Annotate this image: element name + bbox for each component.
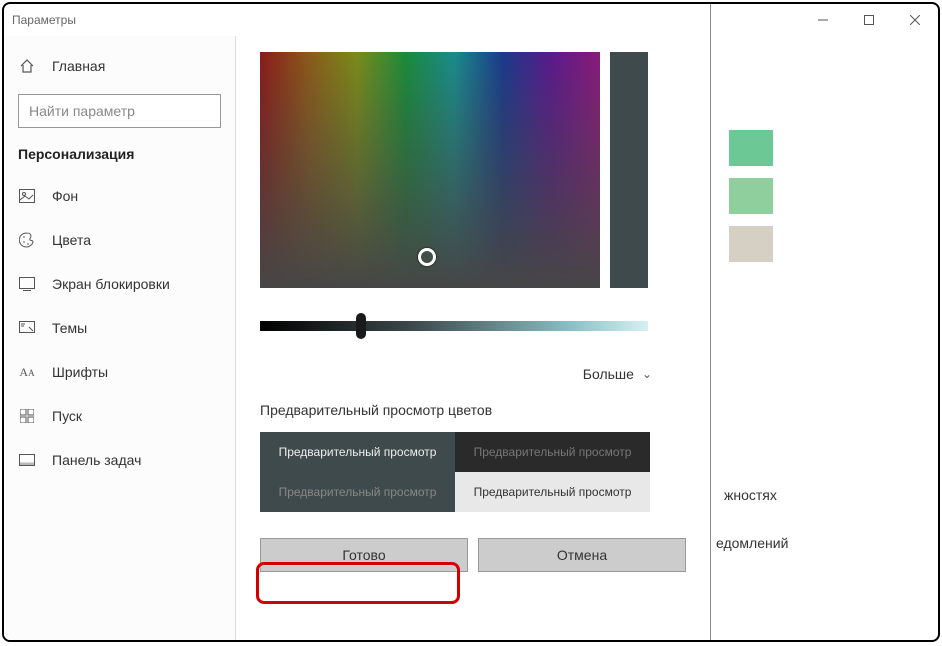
sidebar-item-start[interactable]: Пуск (4, 394, 235, 438)
slider-track (260, 321, 648, 331)
color-swatch-bg[interactable] (729, 226, 773, 262)
preview-tile: Предварительный просмотр (455, 472, 650, 512)
sidebar-item-label: Панель задач (52, 452, 141, 468)
window-title: Параметры (12, 13, 76, 27)
sidebar: Главная Персонализация Фон Цвета (4, 36, 236, 640)
maximize-button[interactable] (846, 4, 892, 36)
palette-icon (18, 231, 36, 249)
lock-screen-icon (18, 275, 36, 293)
sidebar-item-colors[interactable]: Цвета (4, 218, 235, 262)
sidebar-item-label: Шрифты (52, 364, 108, 380)
main-content: жностях едомлений Больше ⌄ П (236, 36, 938, 640)
preview-tile: Предварительный просмотр (455, 432, 650, 472)
taskbar-icon (18, 451, 36, 469)
color-cursor[interactable] (418, 248, 436, 266)
sidebar-item-label: Фон (52, 188, 78, 204)
image-icon (18, 187, 36, 205)
sidebar-item-lockscreen[interactable]: Экран блокировки (4, 262, 235, 306)
cancel-button[interactable]: Отмена (478, 538, 686, 572)
sidebar-section-title: Персонализация (4, 146, 235, 162)
preview-heading: Предварительный просмотр цветов (260, 402, 686, 418)
sidebar-item-label: Цвета (52, 232, 91, 248)
home-icon (18, 57, 36, 75)
preview-tile: Предварительный просмотр (260, 472, 455, 512)
truncated-text: жностях (724, 487, 777, 503)
fonts-icon: AA (18, 363, 36, 381)
close-button[interactable] (892, 4, 938, 36)
more-label: Больше (583, 366, 634, 382)
color-field[interactable] (260, 52, 600, 288)
sidebar-item-label: Экран блокировки (52, 276, 170, 292)
selected-color-swatch (610, 52, 648, 288)
sidebar-item-taskbar[interactable]: Панель задач (4, 438, 235, 482)
sidebar-item-fonts[interactable]: AA Шрифты (4, 350, 235, 394)
more-toggle[interactable]: Больше ⌄ (260, 366, 686, 382)
minimize-button[interactable] (800, 4, 846, 36)
truncated-text: едомлений (716, 535, 788, 551)
preview-grid: Предварительный просмотр Предварительный… (260, 432, 650, 512)
color-swatch-bg[interactable] (729, 130, 773, 166)
done-button[interactable]: Готово (260, 538, 468, 572)
chevron-down-icon: ⌄ (642, 367, 652, 381)
sidebar-item-themes[interactable]: Темы (4, 306, 235, 350)
preview-tile: Предварительный просмотр (260, 432, 455, 472)
start-icon (18, 407, 36, 425)
sidebar-item-background[interactable]: Фон (4, 174, 235, 218)
sidebar-item-label: Пуск (52, 408, 82, 424)
sidebar-home[interactable]: Главная (4, 44, 235, 88)
window-controls (800, 4, 938, 36)
color-swatch-bg[interactable] (729, 178, 773, 214)
themes-icon (18, 319, 36, 337)
sidebar-item-label: Темы (52, 320, 87, 336)
slider-thumb[interactable] (356, 313, 366, 339)
value-slider[interactable] (260, 314, 648, 338)
sidebar-home-label: Главная (52, 58, 105, 74)
color-picker-dialog: Больше ⌄ Предварительный просмотр цветов… (236, 4, 711, 642)
search-input[interactable] (18, 94, 221, 128)
